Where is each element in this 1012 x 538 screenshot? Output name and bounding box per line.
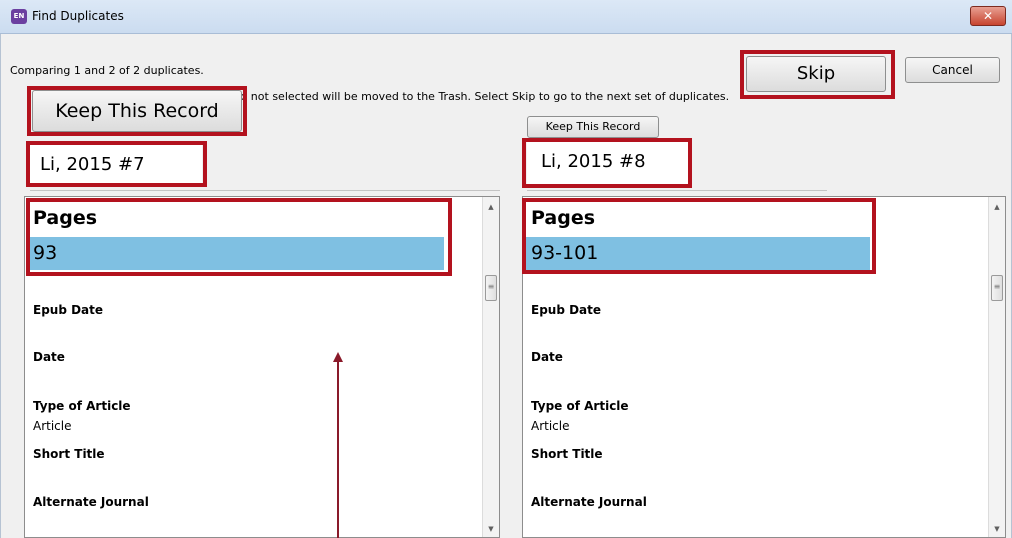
scroll-down-arrow-icon[interactable]: ▼: [989, 521, 1005, 537]
right-epub-date-header: Epub Date: [531, 303, 602, 317]
annotation-arrow-shaft: [337, 360, 339, 538]
endnote-app-icon: EN: [11, 9, 27, 24]
right-pages-header: Pages: [531, 207, 596, 229]
scroll-thumb-grip-icon[interactable]: ≡: [485, 275, 497, 301]
left-record-pane[interactable]: Pages 93 Epub Date Date Type of Article …: [24, 196, 500, 538]
cancel-button[interactable]: Cancel: [905, 57, 1000, 83]
right-type-of-article-header: Type of Article: [531, 399, 629, 413]
left-short-title-header: Short Title: [33, 447, 105, 461]
left-pages-value[interactable]: 93: [26, 237, 444, 270]
left-pages-header: Pages: [33, 207, 98, 229]
right-record-label: Li, 2015 #8: [527, 140, 689, 184]
left-epub-date-header: Epub Date: [33, 303, 104, 317]
comparing-status-text: Comparing 1 and 2 of 2 duplicates.: [10, 64, 204, 77]
right-pages-value[interactable]: 93-101: [524, 237, 870, 270]
right-record-pane[interactable]: Pages 93-101 Epub Date Date Type of Arti…: [522, 196, 1006, 538]
scroll-down-arrow-icon[interactable]: ▼: [483, 521, 499, 537]
left-pane-scrollbar[interactable]: ▲ ≡ ▼: [482, 197, 499, 537]
right-date-header: Date: [531, 350, 563, 364]
window-title: Find Duplicates: [32, 9, 124, 23]
right-short-title-header: Short Title: [531, 447, 603, 461]
scroll-up-arrow-icon[interactable]: ▲: [483, 199, 499, 215]
right-separator-line: [527, 190, 827, 191]
left-record-label: Li, 2015 #7: [30, 145, 202, 185]
left-type-of-article-value: Article: [33, 419, 72, 433]
left-separator-line: [30, 190, 500, 191]
keep-left-record-button[interactable]: Keep This Record: [32, 90, 242, 132]
right-type-of-article-value: Article: [531, 419, 570, 433]
skip-button[interactable]: Skip: [746, 56, 886, 92]
right-pane-scrollbar[interactable]: ▲ ≡ ▼: [988, 197, 1005, 537]
left-alternate-journal-header: Alternate Journal: [33, 495, 149, 509]
scroll-up-arrow-icon[interactable]: ▲: [989, 199, 1005, 215]
close-window-button[interactable]: ✕: [970, 6, 1006, 26]
right-alternate-journal-header: Alternate Journal: [531, 495, 647, 509]
keep-right-record-button[interactable]: Keep This Record: [527, 116, 659, 138]
left-type-of-article-header: Type of Article: [33, 399, 131, 413]
instruction-text: rd not selected will be moved to the Tra…: [236, 90, 730, 103]
left-date-header: Date: [33, 350, 65, 364]
title-bar: EN Find Duplicates ✕: [0, 0, 1012, 34]
scroll-thumb-grip-icon[interactable]: ≡: [991, 275, 1003, 301]
